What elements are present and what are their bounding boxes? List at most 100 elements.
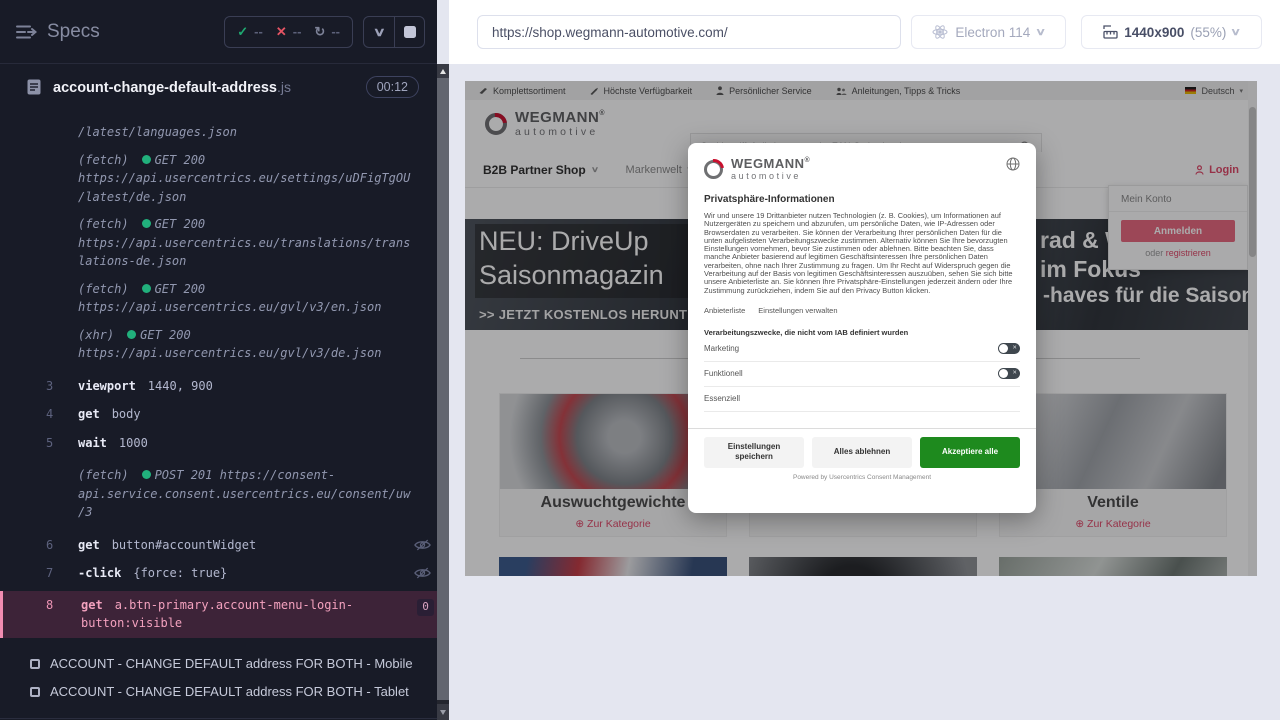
triangle-down-icon [440,709,446,715]
command-name: wait [78,435,107,450]
network-status: POST 201 [154,468,213,482]
log-command-get[interactable]: 8 get a.btn-primary.account-menu-login-but… [0,590,437,638]
checkbox-icon [30,658,40,669]
network-status: GET 200 [154,281,206,296]
network-entry-text: /latest/languages.json [78,123,412,142]
chevron-down-icon: ∨ [372,24,386,39]
success-dot-icon [141,154,151,164]
viewport-size-value: 1440x900 [1124,24,1185,40]
consent-modal: WEGMANN® automotive Privatsphäre-Informa… [688,143,1036,513]
command-text: viewport 1440, 900 [78,377,412,396]
collapse-button[interactable]: ∨ [364,17,394,47]
success-dot-icon [141,219,151,228]
einstellungen-verwalten-link[interactable]: Einstellungen verwalten [758,306,837,315]
stop-run-button[interactable] [394,16,424,47]
electron-icon [932,24,948,40]
modal-title: Privatsphäre-Informationen [704,194,835,205]
accept-all-button[interactable]: Akzeptiere alle [920,436,1020,468]
pending-test-item[interactable]: ACCOUNT - CHANGE DEFAULT address FOR BOT… [0,678,437,706]
log-row-number [0,326,78,363]
network-type: (fetch) [78,152,129,167]
log-row-number [0,466,78,522]
restart-icon: ↻ [314,23,326,39]
url-bar [477,15,901,49]
network-type: (fetch) [78,468,129,482]
spec-file-icon [27,79,41,95]
stat-passed: ✓ -- [237,24,263,40]
command-indicators [412,564,437,583]
browser-topbar: Electron 114 ∨ 1440x900 (55%) ∨ [449,0,1280,64]
command-args: 1000 [118,435,148,450]
runner-controls: ∨ [363,15,425,48]
log-command-viewport[interactable]: 3 viewport 1440, 900 [0,372,437,401]
log-network-entry[interactable]: (fetch) GET 200 https://api.usercentrics.… [0,151,437,207]
command-indicators [412,434,437,453]
command-number: 5 [46,435,54,450]
command-number: 7 [46,566,54,580]
network-entry-text: (fetch) POST 201 https://consent-api.serv… [78,466,412,522]
runner-header: Specs ✓ -- ✕ -- ↻ -- ∨ [0,0,437,64]
network-entry-text: (fetch) GET 200 https://api.usercentrics.… [78,151,412,207]
triangle-up-icon [440,68,446,74]
wegmann-ring-icon [704,159,723,179]
log-network-entry[interactable]: (xhr) GET 200 https://api.usercentrics.eu… [0,326,437,363]
chevron-down-icon: ∨ [1035,26,1047,38]
log-command-get[interactable]: 4 get body [0,400,437,429]
purpose-row-essenziell: Essenziell [704,387,1020,412]
viewport-size-select[interactable]: 1440x900 (55%) ∨ [1081,15,1262,49]
modal-header: WEGMANN® automotive [704,143,1020,181]
log-network-entry[interactable]: (fetch) GET 200 https://api.usercentrics.… [0,280,437,317]
purpose-row-funktionell: Funktionell [704,362,1020,387]
log-network-entry[interactable]: /latest/languages.json [0,123,437,142]
network-entry-text: (fetch) GET 200 https://api.usercentrics.… [78,215,412,271]
network-url: https://api.usercentrics.eu/translations… [78,235,411,269]
pending-count: -- [331,24,340,39]
save-settings-button[interactable]: Einstellungen speichern [704,436,804,468]
scroll-down-button[interactable] [437,704,449,720]
log-command-wait[interactable]: 5 wait 1000 [0,429,437,458]
specs-list-icon[interactable] [16,24,37,40]
spec-file-row[interactable]: account-change-default-address.js 00:12 [0,64,437,110]
modal-links: Anbieterliste Einstellungen verwalten [704,306,1020,315]
logo-sub: automotive [731,171,802,181]
browser-name: Electron 114 [955,24,1031,40]
spec-timer-badge: 00:12 [365,76,419,98]
log-network-entry[interactable]: (fetch) POST 201 https://consent-api.serv… [0,466,437,522]
deny-all-button[interactable]: Alles ablehnen [812,436,912,468]
passed-count: -- [254,24,263,39]
browser-select[interactable]: Electron 114 ∨ [911,15,1066,49]
command-text: -click {force: true} [78,564,412,583]
log-row-number [0,123,78,142]
purpose-row-marketing: Marketing [704,337,1020,362]
scroll-up-button[interactable] [437,64,449,78]
sidebar-scrollbar[interactable] [437,64,449,720]
url-input[interactable] [478,16,900,48]
success-dot-icon [127,329,137,339]
globe-icon[interactable] [1006,157,1020,171]
command-indicators [412,536,437,555]
log-command-get[interactable]: 6 get button#accountWidget [0,531,437,560]
network-type: (fetch) [78,281,129,296]
log-row-number [0,151,78,207]
command-text: get body [78,405,412,424]
log-network-entry[interactable]: (fetch) GET 200 https://api.usercentrics.… [0,215,437,271]
network-status: GET 200 [154,152,206,167]
scrollbar-thumb[interactable] [437,78,449,700]
eye-slash-icon [414,567,431,579]
command-text: get button#accountWidget [78,536,412,555]
marketing-toggle[interactable] [998,343,1020,355]
command-text: get a.btn-primary.account-menu-login-butt… [81,596,415,633]
browser-panel: Electron 114 ∨ 1440x900 (55%) ∨ [449,0,1280,720]
success-dot-icon [141,283,151,293]
purpose-label: Marketing [704,344,740,354]
network-url: https://api.usercentrics.eu/gvl/v3/en.js… [78,300,382,314]
command-number: 4 [46,407,54,421]
funktionell-toggle[interactable] [998,368,1020,380]
command-name: get [78,407,100,421]
network-type: (fetch) [78,217,129,231]
anbieterliste-link[interactable]: Anbieterliste [704,306,745,315]
site-viewport: Komplettsortiment Höchste Verfügbarkeit … [465,81,1257,576]
log-command-click[interactable]: 7 -click {force: true} [0,559,437,588]
pending-test-label: ACCOUNT - CHANGE DEFAULT address FOR BOT… [50,656,413,671]
pending-test-item[interactable]: ACCOUNT - CHANGE DEFAULT address FOR BOT… [0,650,437,678]
